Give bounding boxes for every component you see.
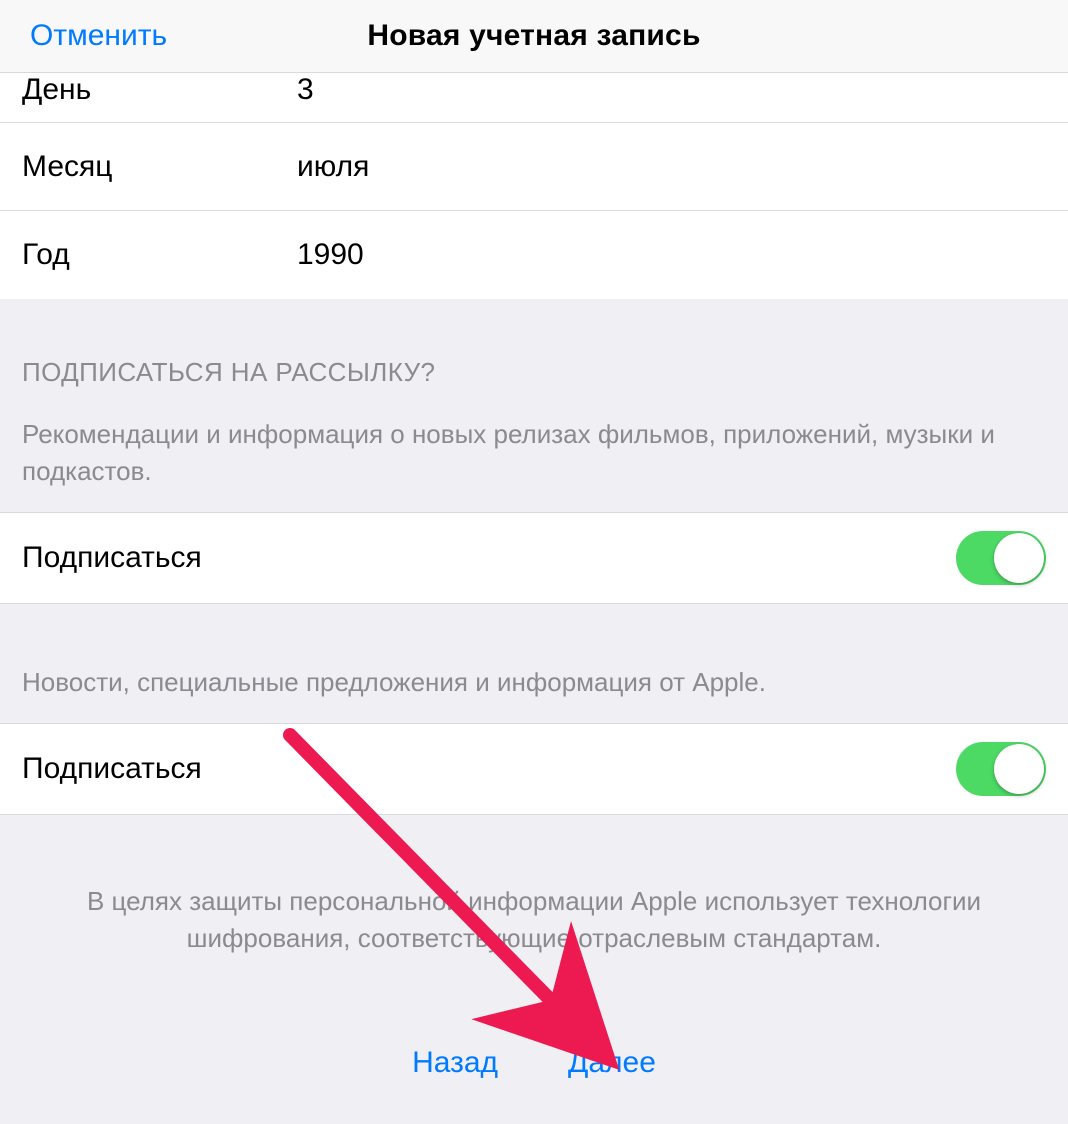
- subscribe-row-1-label: Подписаться: [22, 541, 956, 575]
- subscribe-row-2-label: Подписаться: [22, 752, 956, 786]
- privacy-text: В целях защиты персональной информации A…: [0, 815, 1068, 958]
- subscribe-desc-1: Рекомендации и информация о новых релиза…: [0, 388, 1068, 512]
- app-frame: Отменить Новая учетная запись День 3 Мес…: [0, 0, 1068, 1124]
- subscribe-row-1: Подписаться: [0, 512, 1068, 604]
- footer-nav: Назад Далее: [0, 958, 1068, 1080]
- toggle-knob: [994, 744, 1044, 794]
- back-button[interactable]: Назад: [412, 1046, 498, 1080]
- subscribe-section-header: ПОДПИСАТЬСЯ НА РАССЫЛКУ?: [0, 299, 1068, 388]
- year-row[interactable]: Год 1990: [0, 211, 1068, 299]
- modal-header: Отменить Новая учетная запись: [0, 0, 1068, 73]
- cancel-button[interactable]: Отменить: [30, 19, 167, 53]
- date-fields-group: День 3 Месяц июля Год 1990: [0, 73, 1068, 299]
- year-label: Год: [22, 238, 297, 272]
- subscribe-toggle-1[interactable]: [956, 531, 1046, 585]
- next-button[interactable]: Далее: [568, 1046, 656, 1080]
- month-row[interactable]: Месяц июля: [0, 123, 1068, 211]
- page-title: Новая учетная запись: [367, 19, 700, 53]
- subscribe-desc-2: Новости, специальные предложения и инфор…: [0, 604, 1068, 723]
- toggle-knob: [994, 533, 1044, 583]
- month-label: Месяц: [22, 150, 297, 184]
- year-value: 1990: [297, 238, 1046, 272]
- day-label: День: [22, 73, 297, 107]
- subscribe-toggle-2[interactable]: [956, 742, 1046, 796]
- day-value: 3: [297, 73, 1046, 107]
- subscribe-row-2: Подписаться: [0, 723, 1068, 815]
- day-row[interactable]: День 3: [0, 73, 1068, 123]
- month-value: июля: [297, 150, 1046, 184]
